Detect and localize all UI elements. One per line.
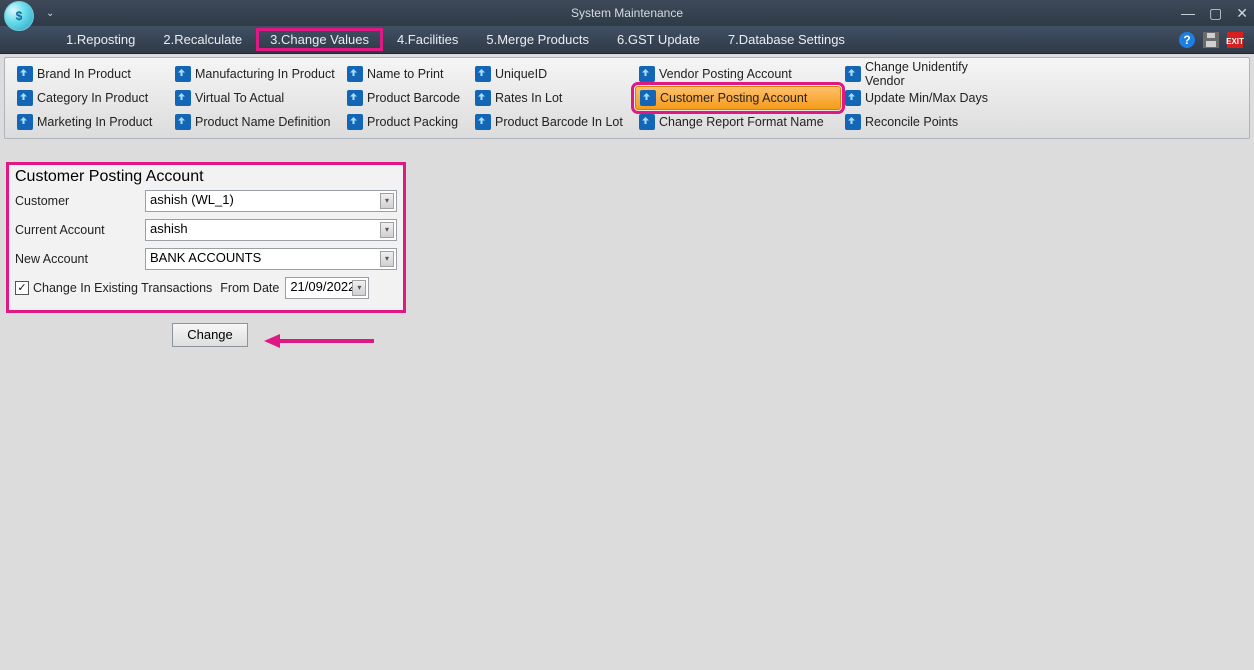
- annotation-arrow-icon: [264, 331, 374, 356]
- ribbon-label: Virtual To Actual: [195, 91, 284, 105]
- current-account-value: ashish: [150, 221, 188, 236]
- menu-recalculate[interactable]: 2.Recalculate: [149, 28, 256, 51]
- ribbon-icon: [639, 66, 655, 82]
- current-account-select[interactable]: ashish: [145, 219, 397, 241]
- new-account-label: New Account: [15, 252, 145, 266]
- ribbon-icon: [475, 114, 491, 130]
- menu-change-values[interactable]: 3.Change Values: [256, 28, 383, 51]
- ribbon-label: Product Barcode: [367, 91, 460, 105]
- ribbon-label: Change Unidentify Vendor: [865, 60, 1009, 88]
- change-existing-label: Change In Existing Transactions: [33, 281, 212, 295]
- panel-title: Customer Posting Account: [15, 168, 397, 186]
- ribbon-icon: [475, 90, 491, 106]
- ribbon-label: Manufacturing In Product: [195, 67, 335, 81]
- menu-database-settings[interactable]: 7.Database Settings: [714, 28, 859, 51]
- maximize-button[interactable]: ▢: [1209, 5, 1222, 22]
- ribbon-icon: [640, 90, 656, 106]
- ribbon-icon: [845, 114, 861, 130]
- menu-merge-products[interactable]: 5.Merge Products: [472, 28, 603, 51]
- ribbon-icon: [845, 90, 861, 106]
- ribbon-update-min-max-days[interactable]: Update Min/Max Days: [841, 86, 1013, 110]
- from-date-input[interactable]: 21/09/2022: [285, 277, 369, 299]
- chevron-down-icon[interactable]: [380, 222, 394, 238]
- window-title: System Maintenance: [571, 6, 683, 20]
- ribbon-icon: [347, 66, 363, 82]
- ribbon-icon: [17, 90, 33, 106]
- chevron-down-icon[interactable]: [380, 251, 394, 267]
- exit-icon[interactable]: EXIT: [1226, 31, 1244, 49]
- customer-value: ashish (WL_1): [150, 192, 234, 207]
- ribbon-icon: [475, 66, 491, 82]
- ribbon-icon: [347, 114, 363, 130]
- ribbon-product-name-definition[interactable]: Product Name Definition: [171, 110, 343, 134]
- title-bar: $ ⌄ System Maintenance — ▢ ✕: [0, 0, 1254, 26]
- ribbon-change-unidentify-vendor[interactable]: Change Unidentify Vendor: [841, 62, 1013, 86]
- ribbon-label: Rates In Lot: [495, 91, 562, 105]
- menu-facilities[interactable]: 4.Facilities: [383, 28, 472, 51]
- from-date-label: From Date: [220, 281, 279, 295]
- new-account-select[interactable]: BANK ACCOUNTS: [145, 248, 397, 270]
- save-icon[interactable]: [1202, 31, 1220, 49]
- ribbon-label: Vendor Posting Account: [659, 67, 792, 81]
- ribbon-label: Customer Posting Account: [660, 91, 807, 105]
- chevron-down-icon[interactable]: [380, 193, 394, 209]
- ribbon-reconcile-points[interactable]: Reconcile Points: [841, 110, 1013, 134]
- ribbon-icon: [17, 114, 33, 130]
- ribbon-label: Product Packing: [367, 115, 458, 129]
- ribbon-label: Name to Print: [367, 67, 443, 81]
- ribbon-icon: [175, 66, 191, 82]
- ribbon-icon: [175, 114, 191, 130]
- quick-access-expand-icon[interactable]: ⌄: [46, 8, 54, 19]
- ribbon-manufacturing-in-product[interactable]: Manufacturing In Product: [171, 62, 343, 86]
- ribbon-icon: [17, 66, 33, 82]
- customer-label: Customer: [15, 194, 145, 208]
- ribbon-icon: [347, 90, 363, 106]
- ribbon-label: Reconcile Points: [865, 115, 958, 129]
- ribbon-label: Change Report Format Name: [659, 115, 824, 129]
- chevron-down-icon[interactable]: [352, 280, 366, 296]
- ribbon-uniqueid[interactable]: UniqueID: [471, 62, 635, 86]
- app-logo-icon: $: [4, 1, 34, 31]
- ribbon-icon: [175, 90, 191, 106]
- ribbon-customer-posting-account[interactable]: Customer Posting Account: [635, 86, 841, 110]
- svg-text:EXIT: EXIT: [1226, 37, 1244, 46]
- customer-posting-account-panel: Customer Posting Account Customer ashish…: [6, 162, 406, 313]
- ribbon-product-packing[interactable]: Product Packing: [343, 110, 471, 134]
- ribbon-change-report-format-name[interactable]: Change Report Format Name: [635, 110, 841, 134]
- ribbon-toolbar: Brand In Product Manufacturing In Produc…: [4, 57, 1250, 139]
- ribbon-brand-in-product[interactable]: Brand In Product: [13, 62, 171, 86]
- customer-select[interactable]: ashish (WL_1): [145, 190, 397, 212]
- ribbon-product-barcode-in-lot[interactable]: Product Barcode In Lot: [471, 110, 635, 134]
- content-area: Customer Posting Account Customer ashish…: [0, 142, 1254, 353]
- minimize-button[interactable]: —: [1181, 5, 1195, 22]
- menu-gst-update[interactable]: 6.GST Update: [603, 28, 714, 51]
- ribbon-label: Category In Product: [37, 91, 148, 105]
- ribbon-rates-in-lot[interactable]: Rates In Lot: [471, 86, 635, 110]
- help-icon[interactable]: ?: [1178, 31, 1196, 49]
- ribbon-label: UniqueID: [495, 67, 547, 81]
- menu-bar: 1.Reposting 2.Recalculate 3.Change Value…: [0, 26, 1254, 54]
- ribbon-marketing-in-product[interactable]: Marketing In Product: [13, 110, 171, 134]
- ribbon-name-to-print[interactable]: Name to Print: [343, 62, 471, 86]
- ribbon-label: Brand In Product: [37, 67, 131, 81]
- new-account-value: BANK ACCOUNTS: [150, 250, 261, 265]
- menu-reposting[interactable]: 1.Reposting: [52, 28, 149, 51]
- ribbon-category-in-product[interactable]: Category In Product: [13, 86, 171, 110]
- ribbon-label: Product Name Definition: [195, 115, 330, 129]
- ribbon-vendor-posting-account[interactable]: Vendor Posting Account: [635, 62, 841, 86]
- from-date-value: 21/09/2022: [290, 279, 355, 294]
- change-button[interactable]: Change: [172, 323, 248, 347]
- svg-text:?: ?: [1183, 33, 1190, 47]
- ribbon-icon: [639, 114, 655, 130]
- ribbon-label: Marketing In Product: [37, 115, 152, 129]
- change-existing-checkbox[interactable]: ✓: [15, 281, 29, 295]
- ribbon-icon: [845, 66, 861, 82]
- current-account-label: Current Account: [15, 223, 145, 237]
- ribbon-label: Product Barcode In Lot: [495, 115, 623, 129]
- ribbon-product-barcode[interactable]: Product Barcode: [343, 86, 471, 110]
- ribbon-virtual-to-actual[interactable]: Virtual To Actual: [171, 86, 343, 110]
- close-button[interactable]: ✕: [1236, 5, 1248, 22]
- ribbon-label: Update Min/Max Days: [865, 91, 988, 105]
